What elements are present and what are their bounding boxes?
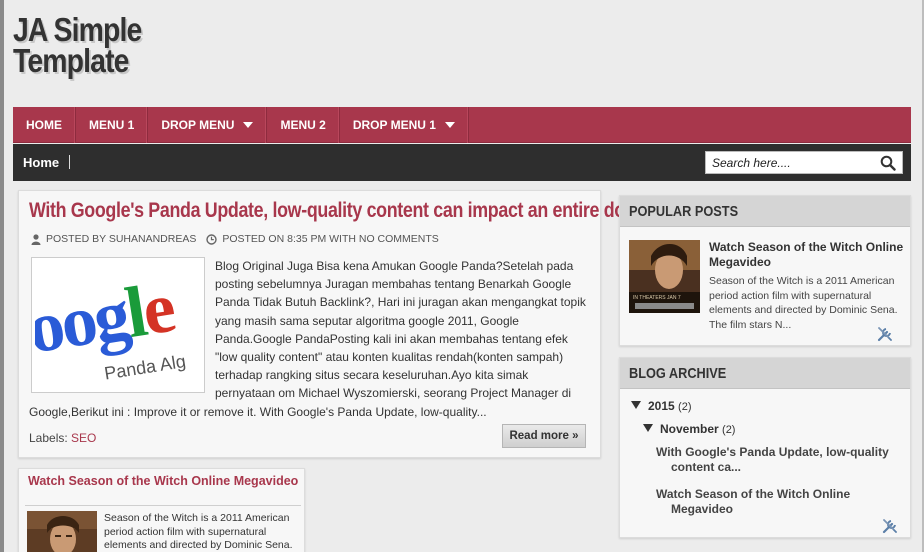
archive-month-label: November	[660, 422, 719, 436]
archive-post-line: content ca...	[671, 460, 742, 474]
labels-prefix: Labels:	[29, 431, 68, 445]
expand-arrow-icon[interactable]	[643, 424, 653, 432]
expand-arrow-icon[interactable]	[631, 401, 641, 409]
widget-header: BLOG ARCHIVE	[620, 358, 910, 389]
divider	[25, 505, 301, 506]
popular-posts-widget: POPULAR POSTS IN THEATERS JAN 7 Watch Se…	[619, 195, 911, 346]
user-icon	[31, 233, 41, 245]
search-box	[705, 151, 903, 174]
read-more-button[interactable]: Read more »	[502, 424, 586, 448]
clock-icon	[206, 233, 218, 245]
caret-down-icon	[444, 122, 455, 128]
archive-month[interactable]: November (2)	[643, 422, 735, 436]
menu-item-label: MENU 2	[280, 118, 326, 132]
post-time: POSTED ON 8:35 PM WITH NO COMMENTS	[222, 233, 439, 245]
post-card-main: With Google's Panda Update, low-quality …	[18, 190, 665, 458]
caret-down-icon	[243, 122, 254, 128]
archive-post-line: Megavideo	[671, 502, 734, 516]
menu-item-label: DROP MENU	[161, 118, 235, 132]
site-title[interactable]: JA Simple Template	[13, 11, 159, 79]
post-thumbnail[interactable]	[27, 511, 97, 552]
menu-item-drop-menu[interactable]: DROP MENU	[148, 107, 268, 143]
menu-item-home[interactable]: HOME	[13, 107, 76, 143]
popular-post-snippet: Season of the Witch is a 2011 American p…	[709, 275, 898, 331]
post-excerpt-container: Blog Original Juga Bisa kena Amukan Goog…	[29, 257, 587, 421]
archive-post-line: Watch Season of the Witch Online	[656, 487, 851, 501]
site-title-line2: Template	[13, 42, 129, 79]
popular-post-thumbnail[interactable]: IN THEATERS JAN 7	[629, 240, 700, 313]
edit-widget-icon[interactable]	[881, 517, 899, 535]
search-input[interactable]	[706, 152, 871, 173]
blog-archive-widget: BLOG ARCHIVE 2015 (2) November (2) With …	[619, 357, 911, 538]
label-link-seo[interactable]: SEO	[71, 431, 96, 445]
sub-navigation-bar: Home	[13, 144, 911, 181]
widget-title: BLOG ARCHIVE	[629, 365, 727, 382]
post-title[interactable]: With Google's Panda Update, low-quality …	[29, 199, 665, 223]
widget-header: POPULAR POSTS	[620, 196, 910, 227]
archive-month-count: (2)	[722, 424, 736, 436]
edit-widget-icon[interactable]	[876, 325, 894, 343]
menu-item-drop-menu-1[interactable]: DROP MENU 1	[340, 107, 469, 143]
post-title[interactable]: Watch Season of the Witch Online Megavid…	[28, 474, 298, 488]
thumbnail-caption: IN THEATERS JAN 7	[633, 295, 681, 301]
search-icon[interactable]	[880, 155, 896, 171]
site-title-line1: JA Simple	[13, 11, 142, 48]
main-menu: HOME MENU 1 DROP MENU MENU 2 DROP MENU 1	[13, 107, 911, 143]
archive-post-link[interactable]: With Google's Panda Update, low-quality …	[656, 445, 896, 475]
left-frame-border	[0, 0, 4, 552]
post-snippet: Season of the Witch is a 2011 American p…	[104, 512, 293, 551]
breadcrumb-divider	[69, 155, 70, 169]
archive-year-count: (2)	[678, 401, 692, 413]
archive-year[interactable]: 2015 (2)	[631, 399, 692, 413]
menu-item-label: DROP MENU 1	[352, 118, 436, 132]
menu-item-menu-2[interactable]: MENU 2	[267, 107, 340, 143]
menu-item-label: HOME	[26, 118, 62, 132]
popular-post-title[interactable]: Watch Season of the Witch Online Megavid…	[709, 240, 904, 270]
widget-title: POPULAR POSTS	[629, 203, 739, 220]
post-card-second: Watch Season of the Witch Online Megavid…	[18, 468, 305, 552]
post-labels: Labels: SEO	[29, 431, 96, 445]
archive-year-label: 2015	[648, 399, 675, 413]
menu-item-menu-1[interactable]: MENU 1	[76, 107, 149, 143]
post-meta: POSTED BY SUHANANDREAS POSTED ON 8:35 PM…	[31, 233, 439, 245]
post-author: POSTED BY SUHANANDREAS	[46, 233, 197, 245]
archive-post-line: With Google's Panda Update, low-quality	[656, 445, 889, 459]
breadcrumb-home[interactable]: Home	[23, 155, 59, 170]
archive-post-link[interactable]: Watch Season of the Witch Online Megavid…	[656, 487, 896, 517]
menu-item-label: MENU 1	[89, 118, 135, 132]
